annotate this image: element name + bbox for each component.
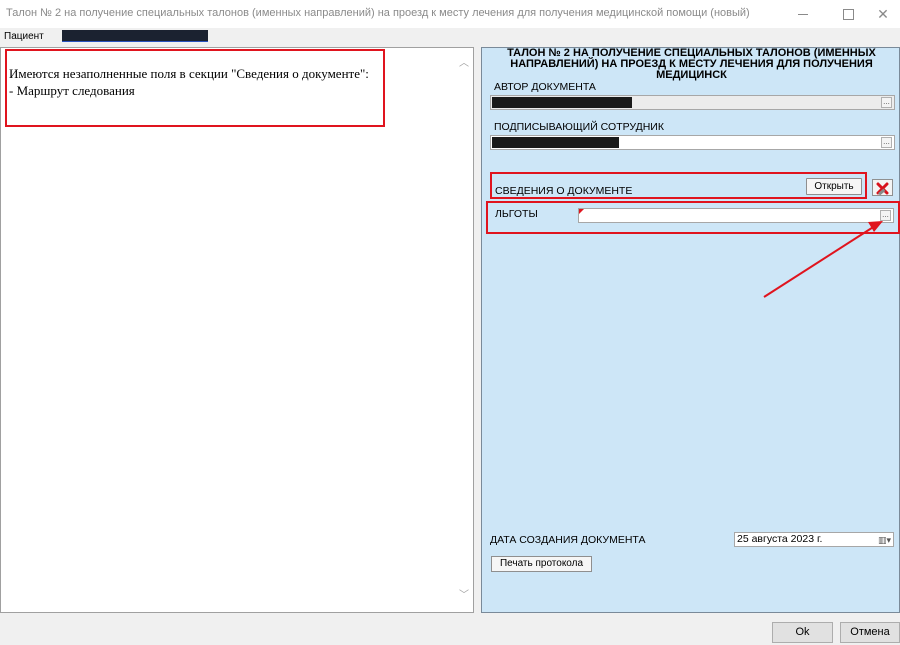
delete-icon <box>876 182 889 195</box>
delete-section-button[interactable] <box>872 179 893 196</box>
validation-message: Имеются незаполненные поля в секции "Све… <box>9 65 369 99</box>
maximize-icon <box>842 8 854 20</box>
ok-button[interactable]: Ok <box>772 622 833 643</box>
signer-value-redacted <box>492 137 619 148</box>
author-label: АВТОР ДОКУМЕНТА <box>494 81 596 93</box>
author-select-button[interactable]: ... <box>881 97 892 108</box>
author-field[interactable]: ... <box>490 95 895 110</box>
calendar-dropdown-icon[interactable]: ▥▾ <box>875 535 891 545</box>
validation-message-panel: Имеются незаполненные поля в секции "Све… <box>0 47 474 613</box>
form-title: ТАЛОН № 2 НА ПОЛУЧЕНИЕ СПЕЦИАЛЬНЫХ ТАЛОН… <box>482 48 900 81</box>
print-protocol-button[interactable]: Печать протокола <box>491 556 592 572</box>
date-label: ДАТА СОЗДАНИЯ ДОКУМЕНТА <box>490 534 646 546</box>
signer-field[interactable]: ... <box>490 135 895 150</box>
patient-label: Пациент <box>4 31 44 42</box>
signer-select-button[interactable]: ... <box>881 137 892 148</box>
validation-message-line1: Имеются незаполненные поля в секции "Све… <box>9 66 369 81</box>
window-title: Талон № 2 на получение специальных талон… <box>6 7 750 19</box>
scroll-down-icon[interactable]: ﹀ <box>458 590 470 602</box>
close-icon: ✕ <box>877 5 889 22</box>
dialog-window: Талон № 2 на получение специальных талон… <box>0 0 900 645</box>
date-value: 25 августа 2023 г. <box>737 533 823 545</box>
scroll-up-icon[interactable]: ︿ <box>458 58 470 70</box>
patient-bar: Пациент <box>0 28 900 46</box>
author-value-redacted <box>492 97 632 108</box>
maximize-button[interactable] <box>829 0 867 28</box>
close-button[interactable]: ✕ <box>864 0 900 28</box>
document-form-panel: ТАЛОН № 2 НА ПОЛУЧЕНИЕ СПЕЦИАЛЬНЫХ ТАЛОН… <box>481 47 900 613</box>
cancel-button[interactable]: Отмена <box>840 622 900 643</box>
minimize-button[interactable] <box>784 0 822 28</box>
patient-name-link-redacted[interactable] <box>62 30 208 42</box>
signer-label: ПОДПИСЫВАЮЩИЙ СОТРУДНИК <box>494 121 664 133</box>
left-scrollbar[interactable]: ︿ ﹀ <box>455 48 473 612</box>
date-picker[interactable]: 25 августа 2023 г. ▥▾ <box>734 532 894 547</box>
title-bar: Талон № 2 на получение специальных талон… <box>0 0 900 28</box>
annotation-highlight-benefits <box>486 201 900 234</box>
minimize-icon <box>798 13 808 15</box>
validation-message-line2: - Маршрут следования <box>9 83 135 98</box>
form-title-line2: НАПРАВЛЕНИЙ) НА ПРОЕЗД К МЕСТУ ЛЕЧЕНИЯ Д… <box>510 58 873 81</box>
annotation-highlight-section <box>490 172 867 199</box>
